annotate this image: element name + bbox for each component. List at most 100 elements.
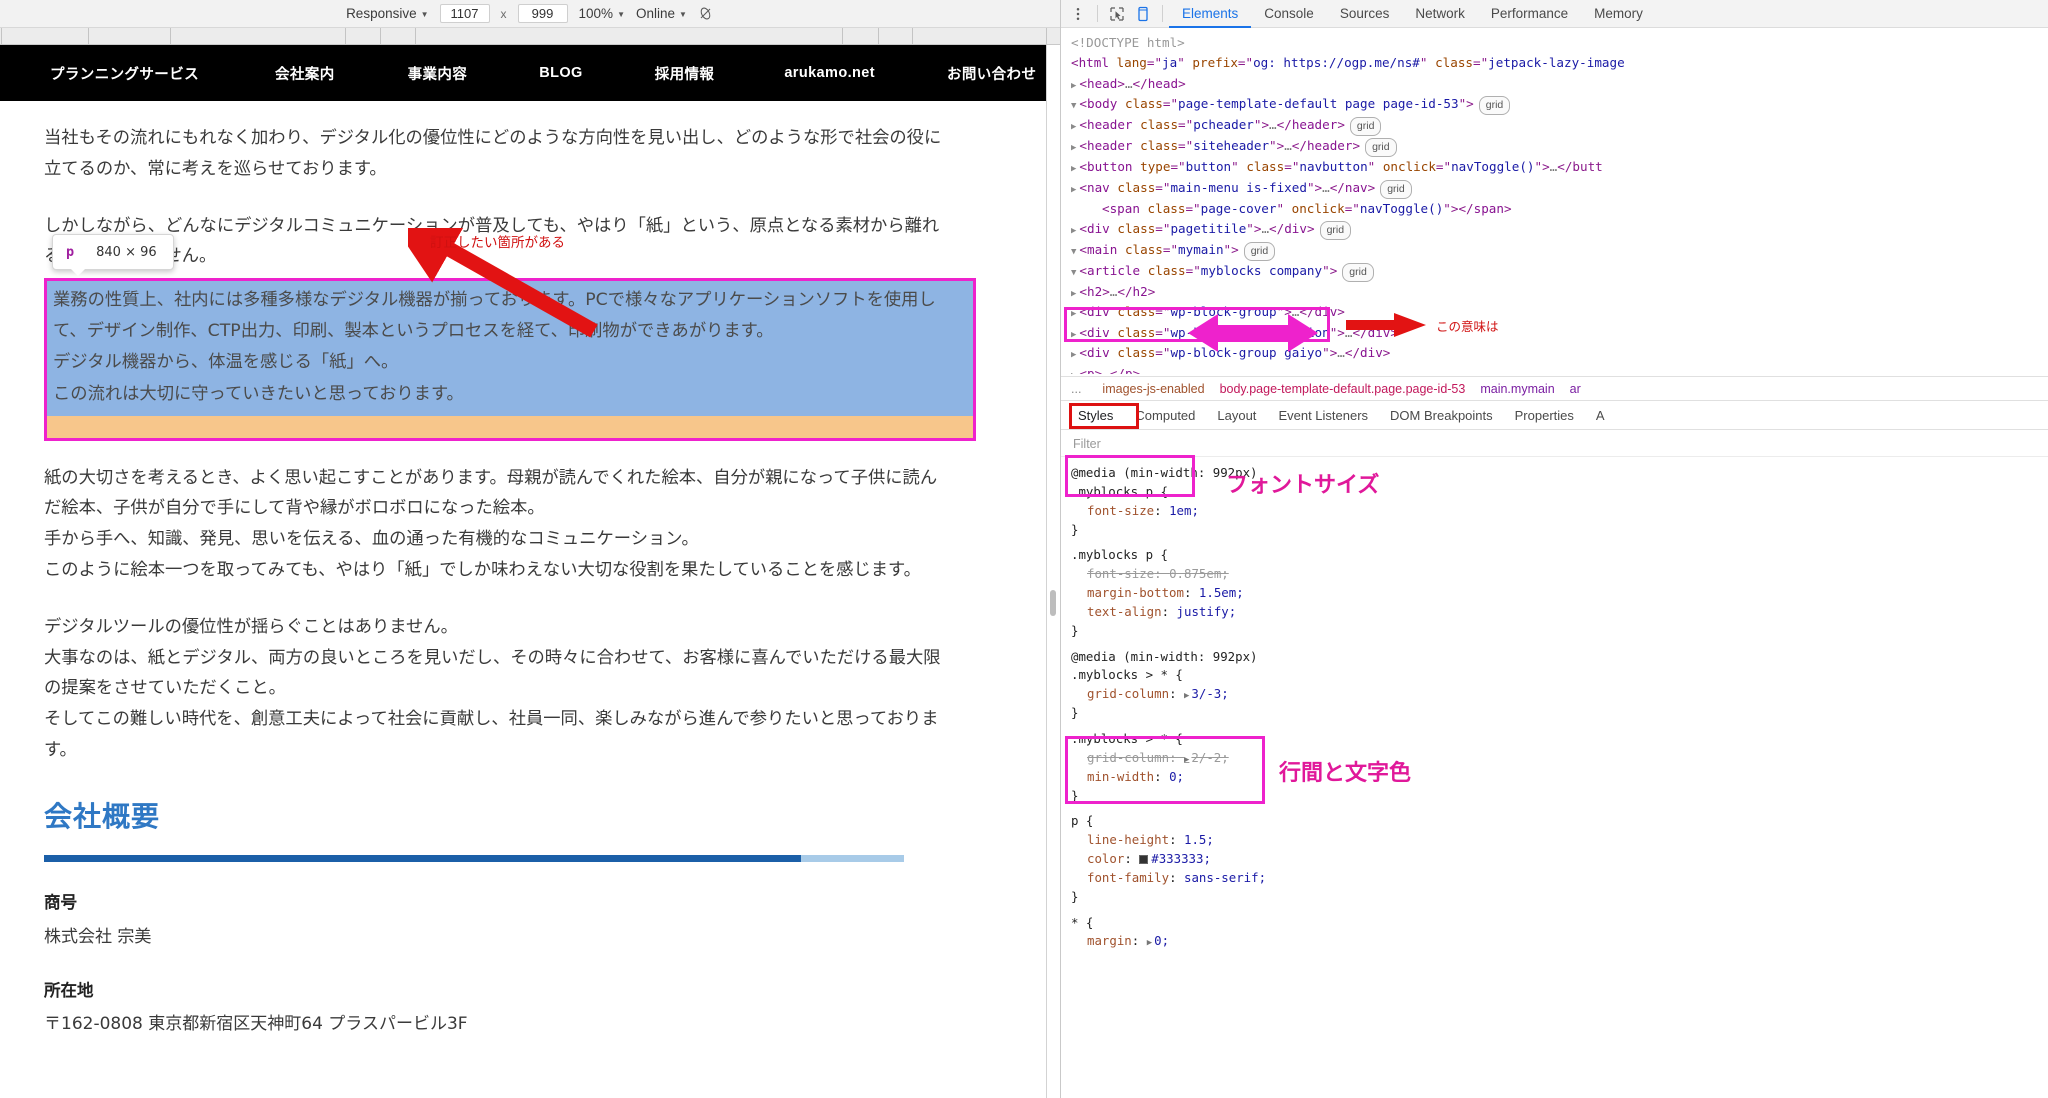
- css-rule-media-myblocks-p[interactable]: @media (min-width: 992px) .myblocks p { …: [1071, 464, 2048, 539]
- dom-row-article-myblocks[interactable]: ▼ <article class="myblocks company"> grid: [1071, 261, 2048, 282]
- expand-arrow-icon[interactable]: ▶: [1184, 755, 1189, 765]
- twisty-right-icon[interactable]: ▶: [1071, 330, 1076, 340]
- twisty-right-icon[interactable]: ▶: [1071, 350, 1076, 360]
- css-declaration-overridden[interactable]: font-size: 0.875em;: [1071, 565, 2048, 584]
- styles-filter-input[interactable]: Filter: [1061, 431, 2048, 457]
- dom-row-nav-main-menu[interactable]: ▶ <nav class="main-menu is-fixed">…</nav>…: [1071, 178, 2048, 199]
- css-property-name[interactable]: grid-column: [1087, 686, 1169, 701]
- expand-arrow-icon[interactable]: ▶: [1147, 938, 1152, 948]
- nav-item-planning-service[interactable]: プランニングサービス: [50, 63, 199, 84]
- twisty-right-icon[interactable]: ▶: [1071, 226, 1076, 236]
- css-rule-media-myblocks-children[interactable]: @media (min-width: 992px) .myblocks > * …: [1071, 648, 2048, 723]
- nav-item-blog[interactable]: BLOG: [539, 65, 583, 81]
- css-property-value[interactable]: sans-serif;: [1184, 870, 1266, 885]
- tab-computed[interactable]: Computed: [1124, 402, 1206, 430]
- nav-item-recruit[interactable]: 採用情報: [655, 63, 715, 84]
- twisty-right-icon[interactable]: ▶: [1071, 289, 1076, 299]
- zoom-dropdown[interactable]: 100% ▼: [579, 6, 625, 21]
- css-property-value[interactable]: 1em;: [1169, 503, 1199, 518]
- tab-layout[interactable]: Layout: [1206, 402, 1267, 430]
- css-property-value[interactable]: 3/-3;: [1191, 686, 1228, 701]
- twisty-down-icon[interactable]: ▼: [1071, 101, 1076, 111]
- dom-row-body[interactable]: ▼ <body class="page-template-default page…: [1071, 94, 2048, 116]
- css-declaration[interactable]: text-align: justify;: [1071, 603, 2048, 622]
- css-declaration[interactable]: margin-bottom: 1.5em;: [1071, 584, 2048, 603]
- grid-badge[interactable]: grid: [1380, 179, 1412, 199]
- grid-badge[interactable]: grid: [1342, 262, 1374, 282]
- grid-badge[interactable]: grid: [1478, 96, 1511, 116]
- css-selector[interactable]: .myblocks > * {: [1071, 666, 2048, 685]
- grid-badge[interactable]: grid: [1243, 241, 1276, 261]
- breadcrumb-item-body[interactable]: body.page-template-default.page.page-id-…: [1220, 382, 1466, 396]
- grid-badge[interactable]: grid: [1365, 138, 1397, 158]
- css-rule-myblocks-children[interactable]: .myblocks > * { grid-column: ▶ 2/-2; min-…: [1071, 730, 2048, 805]
- breadcrumb-item-main[interactable]: main.mymain: [1480, 382, 1554, 396]
- panel-splitter-handle[interactable]: [1050, 590, 1056, 616]
- css-property-name[interactable]: margin-bottom: [1087, 585, 1184, 600]
- dom-row-button-navbutton[interactable]: ▶ <button type="button" class="navbutton"…: [1071, 157, 2048, 177]
- tab-accessibility[interactable]: A: [1585, 402, 1616, 430]
- css-property-value[interactable]: 1.5em;: [1199, 585, 1244, 600]
- throttling-dropdown[interactable]: Online ▼: [636, 6, 687, 21]
- tab-sources[interactable]: Sources: [1327, 0, 1403, 28]
- css-selector[interactable]: .myblocks p {: [1071, 483, 2048, 502]
- expand-arrow-icon[interactable]: ▶: [1184, 691, 1189, 701]
- twisty-right-icon[interactable]: ▶: [1071, 164, 1076, 174]
- css-selector[interactable]: * {: [1071, 914, 2048, 933]
- css-declaration[interactable]: font-family: sans-serif;: [1071, 869, 2048, 888]
- tab-console[interactable]: Console: [1251, 0, 1327, 28]
- css-property-value[interactable]: 0;: [1154, 933, 1169, 948]
- dom-row-header-pcheader[interactable]: ▶ <header class="pcheader">…</header> grid: [1071, 115, 2048, 137]
- css-selector[interactable]: .myblocks > * {: [1071, 730, 2048, 749]
- tab-memory[interactable]: Memory: [1581, 0, 1656, 28]
- tab-event-listeners[interactable]: Event Listeners: [1267, 402, 1379, 430]
- css-property-name[interactable]: font-size: [1087, 566, 1154, 581]
- twisty-right-icon[interactable]: ▶: [1071, 122, 1076, 132]
- viewport-height-input[interactable]: 999: [517, 4, 568, 23]
- breadcrumb-item-article[interactable]: ar: [1570, 382, 1581, 396]
- grid-badge[interactable]: grid: [1349, 117, 1382, 137]
- breadcrumb-item-html[interactable]: images-js-enabled: [1102, 382, 1204, 396]
- css-selector[interactable]: .myblocks p {: [1071, 546, 2048, 565]
- nav-item-contact[interactable]: お問い合わせ: [947, 63, 1036, 84]
- css-declaration[interactable]: margin: ▶ 0;: [1071, 932, 2048, 951]
- css-declaration[interactable]: grid-column: ▶ 3/-3;: [1071, 685, 2048, 704]
- twisty-right-icon[interactable]: ▶: [1071, 143, 1076, 153]
- tab-performance[interactable]: Performance: [1478, 0, 1581, 28]
- css-declaration[interactable]: color: #333333;: [1071, 850, 2048, 869]
- twisty-right-icon[interactable]: ▶: [1071, 81, 1076, 91]
- device-preset-dropdown[interactable]: Responsive ▼: [346, 6, 428, 21]
- css-property-value[interactable]: 0;: [1169, 769, 1184, 784]
- dom-breadcrumb[interactable]: ... images-js-enabled body.page-template…: [1061, 376, 2048, 401]
- no-throttling-icon[interactable]: [698, 6, 714, 22]
- twisty-right-icon[interactable]: ▶: [1071, 185, 1076, 195]
- more-options-icon[interactable]: [1065, 2, 1091, 26]
- css-property-name[interactable]: grid-column: [1087, 750, 1169, 765]
- css-property-value[interactable]: justify;: [1177, 604, 1237, 619]
- tab-elements[interactable]: Elements: [1169, 0, 1251, 28]
- viewport-width-input[interactable]: 1107: [439, 4, 490, 23]
- dom-row-h2-first[interactable]: ▶ <h2>…</h2>: [1071, 282, 2048, 302]
- color-swatch[interactable]: [1139, 855, 1149, 865]
- grid-badge[interactable]: grid: [1319, 220, 1352, 240]
- tab-dom-breakpoints[interactable]: DOM Breakpoints: [1379, 402, 1504, 430]
- dom-row-head[interactable]: ▶ <head>…</head>: [1071, 74, 2048, 94]
- twisty-right-icon[interactable]: ▶: [1071, 309, 1076, 319]
- dom-row-main-mymain[interactable]: ▼ <main class="mymain"> grid: [1071, 240, 2048, 261]
- css-property-name[interactable]: line-height: [1087, 832, 1169, 847]
- device-toolbar-icon[interactable]: [1130, 2, 1156, 26]
- css-property-value[interactable]: 1.5;: [1184, 832, 1214, 847]
- css-declaration[interactable]: line-height: 1.5;: [1071, 831, 2048, 850]
- twisty-down-icon[interactable]: ▼: [1071, 247, 1076, 257]
- dom-row-div-pagetitile[interactable]: ▶ <div class="pagetitile">…</div> grid: [1071, 219, 2048, 240]
- css-declaration-overridden[interactable]: grid-column: ▶ 2/-2;: [1071, 749, 2048, 768]
- css-property-value[interactable]: 0.875em;: [1169, 566, 1229, 581]
- css-property-name[interactable]: font-family: [1087, 870, 1169, 885]
- css-property-name[interactable]: text-align: [1087, 604, 1162, 619]
- css-property-name[interactable]: font-size: [1087, 503, 1154, 518]
- tab-properties[interactable]: Properties: [1504, 402, 1585, 430]
- dom-row-p-collapsed-1[interactable]: ▶<p>…</p>: [1071, 364, 2048, 374]
- css-rule-myblocks-p[interactable]: .myblocks p { font-size: 0.875em; margin…: [1071, 546, 2048, 640]
- dom-row-span-page-cover[interactable]: <span class="page-cover" onclick="navTog…: [1071, 199, 2048, 219]
- dom-row-html[interactable]: <html lang="ja" prefix="og: https://ogp.…: [1071, 53, 2048, 73]
